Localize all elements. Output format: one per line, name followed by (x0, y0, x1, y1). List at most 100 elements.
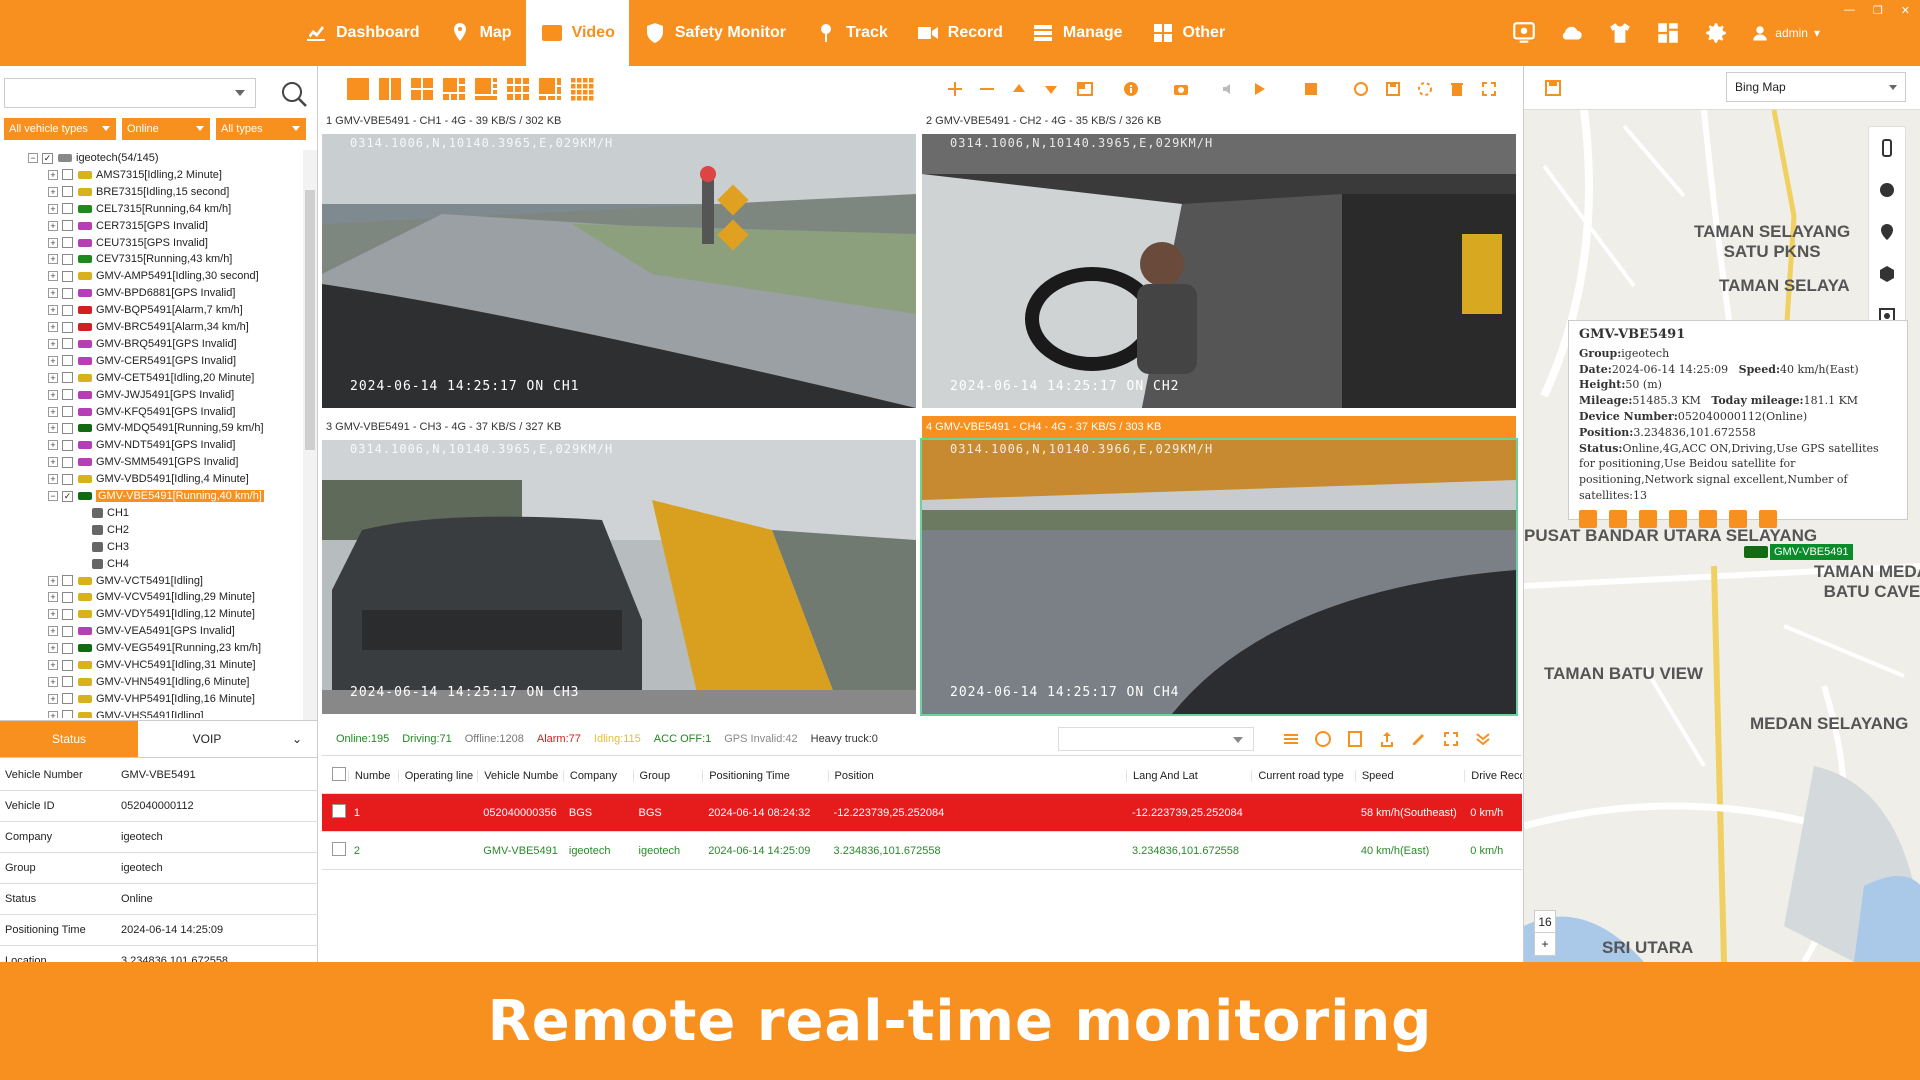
layout-icon[interactable] (1655, 20, 1681, 46)
tree-vehicle[interactable]: + GMV-SMM5491[GPS Invalid] (48, 454, 238, 470)
layout-6-icon[interactable] (442, 77, 466, 101)
cube-icon[interactable] (1869, 253, 1905, 295)
checkbox[interactable]: ✓ (62, 490, 73, 502)
expand-icon[interactable]: + (48, 203, 58, 214)
checkbox[interactable] (62, 287, 73, 299)
nav-track[interactable]: Track (800, 0, 902, 66)
tree-channel[interactable]: CH1 (92, 505, 129, 521)
shirt-icon[interactable] (1607, 20, 1633, 46)
tree-vehicle[interactable]: + GMV-VBD5491[Idling,4 Minute] (48, 471, 249, 487)
location-icon[interactable] (1869, 211, 1905, 253)
tree-vehicle[interactable]: + GMV-KFQ5491[GPS Invalid] (48, 404, 235, 420)
arrow-down-icon[interactable] (1042, 80, 1060, 98)
column-header[interactable]: Drive Recor (1464, 769, 1522, 782)
tree-vehicle[interactable]: + CER7315[GPS Invalid] (48, 218, 208, 234)
checkbox[interactable] (62, 693, 73, 705)
layout-8-icon[interactable] (474, 77, 498, 101)
tree-vehicle[interactable]: + GMV-VHN5491[Idling,6 Minute] (48, 674, 249, 690)
tree-vehicle[interactable]: + GMV-BRC5491[Alarm,34 km/h] (48, 319, 249, 335)
checkbox[interactable] (62, 422, 73, 434)
expand-icon[interactable]: + (48, 643, 58, 654)
cloud-icon[interactable] (1559, 20, 1585, 46)
tree-vehicle[interactable]: + GMV-VDY5491[Idling,12 Minute] (48, 606, 255, 622)
expand-icon[interactable]: + (48, 338, 58, 349)
vehicle-marker[interactable]: GMV-VBE5491 (1744, 544, 1853, 560)
expand-icon[interactable]: + (48, 609, 58, 620)
camera-icon[interactable] (1669, 509, 1687, 528)
layout-10-icon[interactable] (538, 77, 562, 101)
gear-icon[interactable] (1703, 20, 1729, 46)
loading-icon[interactable] (1416, 80, 1434, 98)
checkbox[interactable] (62, 169, 73, 181)
video-cell-ch4[interactable]: 4 GMV-VBE5491 - CH4 - 4G - 37 KB/S / 303… (920, 416, 1518, 718)
status-count[interactable]: Driving:71 (402, 733, 452, 745)
status-count[interactable]: Heavy truck:0 (811, 733, 878, 745)
minimize-icon[interactable]: — (1844, 4, 1855, 17)
checkbox[interactable] (62, 591, 73, 603)
table-row[interactable]: 2 GMV-VBE5491 igeotech igeotech 2024-06-14 1… (322, 832, 1522, 870)
map-provider-select[interactable]: Bing Map (1726, 72, 1906, 102)
video-frame[interactable]: 0314.1006,N,10140.3965,E,029KM/H 2024-06… (322, 134, 916, 408)
column-header[interactable]: Company (562, 769, 633, 782)
nav-dashboard[interactable]: Dashboard (290, 0, 434, 66)
checkbox[interactable] (62, 304, 73, 316)
tree-vehicle[interactable]: + GMV-JWJ5491[GPS Invalid] (48, 387, 234, 403)
tree-vehicle[interactable]: + GMV-VEA5491[GPS Invalid] (48, 623, 235, 639)
checkbox[interactable] (62, 355, 73, 367)
stop-icon[interactable] (1302, 80, 1320, 98)
nav-video[interactable]: Video (525, 0, 629, 66)
tree-channel[interactable]: CH3 (92, 539, 129, 555)
expand-icon[interactable]: + (48, 389, 58, 400)
column-header[interactable]: Operating line (397, 769, 478, 782)
column-header[interactable]: Numbe (347, 769, 398, 782)
tree-vehicle[interactable]: + GMV-VHC5491[Idling,31 Minute] (48, 657, 256, 673)
tree-vehicle[interactable]: + GMV-CER5491[GPS Invalid] (48, 353, 236, 369)
expand-icon[interactable]: + (48, 237, 58, 248)
tree-scrollbar[interactable] (303, 150, 317, 720)
online-filter[interactable]: Online (122, 118, 210, 140)
expand-icon[interactable]: + (48, 676, 58, 687)
checkbox[interactable] (62, 456, 73, 468)
plus-icon[interactable] (946, 80, 964, 98)
snapshot-icon[interactable] (1172, 80, 1190, 98)
column-header[interactable]: Lang And Lat (1125, 769, 1251, 782)
save-icon[interactable] (1544, 79, 1562, 97)
expand-icon[interactable]: + (48, 220, 58, 231)
checkbox[interactable] (62, 253, 73, 265)
tree-vehicle[interactable]: + CEU7315[GPS Invalid] (48, 235, 208, 251)
video-frame[interactable]: 0314.1006,N,10140.3966,E,029KM/H 2024-06… (920, 438, 1518, 716)
video-cell-ch3[interactable]: 3 GMV-VBE5491 - CH3 - 4G - 37 KB/S / 327… (322, 416, 916, 718)
tree-vehicle[interactable]: + GMV-MDQ5491[Running,59 km/h] (48, 420, 264, 436)
checkbox[interactable] (62, 237, 73, 248)
display-icon[interactable] (1511, 20, 1537, 46)
expand-icon[interactable]: + (48, 406, 58, 417)
column-header[interactable]: Current road type (1251, 769, 1354, 782)
status-select[interactable] (1058, 727, 1254, 751)
tree-vehicle[interactable]: + CEV7315[Running,43 km/h] (48, 251, 232, 267)
expand-icon[interactable]: + (48, 271, 58, 282)
trash-icon[interactable] (1448, 80, 1466, 98)
tree-vehicle[interactable]: + CEL7315[Running,64 km/h] (48, 201, 231, 217)
table-row[interactable]: 1 052040000356 BGS BGS 2024-06-14 08:24:32 -1… (322, 794, 1522, 832)
grid-icon[interactable] (1759, 509, 1777, 528)
tree-root[interactable]: − ✓ igeotech(54/145) (28, 150, 159, 166)
tree-vehicle[interactable]: + GMV-VHS5491[Idling] (48, 708, 204, 718)
checkbox[interactable]: ✓ (42, 152, 53, 164)
collapse-icon[interactable]: − (28, 153, 38, 163)
list-icon[interactable] (1282, 730, 1300, 748)
checkbox[interactable] (62, 203, 73, 215)
window-icon[interactable] (1076, 80, 1094, 98)
expand-icon[interactable]: + (48, 254, 58, 265)
expand-icon[interactable]: + (48, 457, 58, 468)
layout-4-icon[interactable] (410, 77, 434, 101)
message-icon[interactable] (1699, 509, 1717, 528)
mute-icon[interactable] (1220, 80, 1238, 98)
tree-vehicle[interactable]: + GMV-NDT5491[GPS Invalid] (48, 437, 235, 453)
status-count[interactable]: Online:195 (336, 733, 389, 745)
checkbox[interactable] (62, 575, 73, 586)
expand-icon[interactable]: + (48, 710, 58, 718)
tree-channel[interactable]: CH4 (92, 556, 129, 572)
column-header[interactable]: Positioning Time (702, 769, 827, 782)
expand-icon[interactable]: − (48, 491, 58, 501)
checkbox[interactable] (62, 186, 73, 198)
